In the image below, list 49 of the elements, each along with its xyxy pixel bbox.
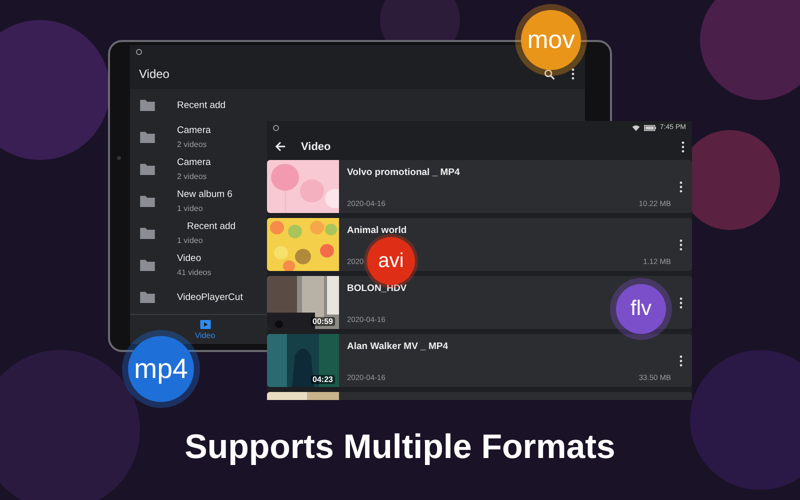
folder-item[interactable]: Recent add xyxy=(130,89,264,121)
video-icon xyxy=(200,320,210,328)
folder-name: Camera xyxy=(177,125,211,136)
screen-title: Video xyxy=(301,140,332,152)
folder-item[interactable]: Video 41 videos xyxy=(130,249,264,281)
folder-item[interactable]: VideoPlayerCut xyxy=(130,281,264,313)
folder-icon xyxy=(140,259,155,271)
more-icon[interactable] xyxy=(679,238,683,250)
folder-item[interactable]: New album 6 1 video xyxy=(130,185,264,217)
video-duration: 00:59 xyxy=(310,317,335,326)
status-icon xyxy=(136,49,142,55)
folder-name: Camera xyxy=(177,157,211,168)
folder-item[interactable]: Camera 2 videos xyxy=(130,153,264,185)
video-count: 1 video xyxy=(177,204,204,213)
folder-name: VideoPlayerCut xyxy=(177,292,243,302)
folder-icon xyxy=(140,131,155,143)
camera-icon xyxy=(117,156,121,160)
more-icon[interactable] xyxy=(681,140,685,152)
more-icon[interactable] xyxy=(679,180,683,192)
video-count: 41 videos xyxy=(177,268,212,277)
screen-title: Video xyxy=(139,67,170,81)
folder-icon xyxy=(140,195,155,207)
folder-icon xyxy=(140,291,155,303)
video-count: 2 videos xyxy=(177,140,208,149)
folder-icon xyxy=(140,99,155,111)
folder-item[interactable]: Recent add 1 video xyxy=(130,217,264,249)
folder-icon xyxy=(140,163,155,175)
back-arrow-icon[interactable] xyxy=(275,141,286,152)
folder-name: Video xyxy=(177,253,202,264)
battery-icon xyxy=(644,124,656,130)
search-icon[interactable] xyxy=(544,68,555,80)
headline: Supports Multiple Formats xyxy=(184,428,616,467)
folder-name: Recent add xyxy=(177,100,226,110)
wifi-icon xyxy=(632,124,640,130)
video-title: Volvo promotional _ MP4 xyxy=(347,167,461,178)
folder-name: Recent add xyxy=(186,221,236,232)
more-icon[interactable] xyxy=(679,296,683,308)
video-title: Alan Walker MV _ MP4 xyxy=(347,341,450,352)
status-icon xyxy=(273,124,279,130)
folder-name: New album 6 xyxy=(177,189,232,200)
video-title: Animal world xyxy=(347,225,408,236)
video-count: 2 videos xyxy=(177,172,208,181)
more-icon[interactable] xyxy=(679,354,683,366)
video-duration: 04:23 xyxy=(310,375,335,384)
folder-icon xyxy=(140,227,155,239)
more-icon[interactable] xyxy=(571,68,575,80)
video-title: BOLON_HDV xyxy=(347,283,408,294)
folder-item[interactable]: Camera 2 videos xyxy=(130,121,264,153)
video-count: 1 video xyxy=(177,236,204,245)
